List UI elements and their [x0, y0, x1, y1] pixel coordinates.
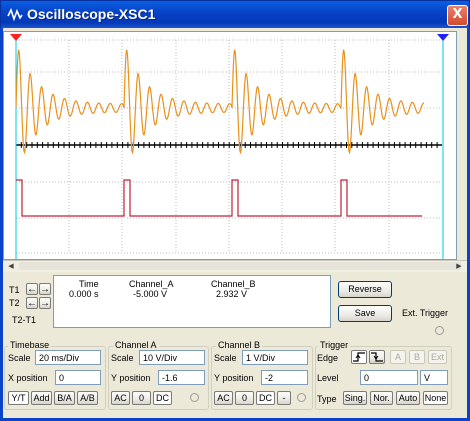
- readout-channel-b-value: 2.932 V: [216, 289, 248, 299]
- readout-header-channel-b: Channel_B: [211, 279, 256, 289]
- channel-b-scale-field[interactable]: 1 V/Div: [242, 350, 308, 365]
- trigger-single-button[interactable]: Sing.: [343, 391, 367, 405]
- mode-add-button[interactable]: Add: [31, 391, 52, 405]
- title-bar: Oscilloscope-XSC1 X: [0, 0, 470, 28]
- channel-a-scale-label: Scale: [111, 353, 134, 363]
- readout-header-time: Time: [79, 279, 99, 289]
- timebase-scale-label: Scale: [8, 353, 31, 363]
- t2-right-arrow-icon[interactable]: →: [39, 297, 51, 309]
- channel-b-dc-button[interactable]: DC: [256, 391, 275, 405]
- cursor-2-handle[interactable]: [437, 34, 449, 41]
- mode-yt-button[interactable]: Y/T: [8, 391, 29, 405]
- mode-ab-button[interactable]: A/B: [77, 391, 98, 405]
- channel-b-y-position-field[interactable]: -2: [261, 370, 308, 385]
- close-button[interactable]: X: [447, 5, 468, 26]
- timebase-title: Timebase: [8, 340, 52, 350]
- channel-b-trace: [16, 179, 422, 217]
- readout-header-channel-a: Channel_A: [129, 279, 174, 289]
- scope-screen: [3, 31, 457, 260]
- channel-b-title: Channel B: [216, 340, 263, 350]
- edge-label: Edge: [317, 353, 339, 363]
- reverse-button[interactable]: Reverse: [338, 281, 392, 298]
- trigger-level-unit[interactable]: V: [420, 370, 448, 385]
- x-position-field[interactable]: 0: [55, 370, 101, 385]
- falling-edge-icon: [371, 352, 383, 362]
- trigger-level-field[interactable]: 0: [360, 370, 418, 385]
- save-button[interactable]: Save: [338, 305, 392, 322]
- channel-a-title: Channel A: [113, 340, 159, 350]
- trigger-a-button[interactable]: A: [390, 350, 406, 364]
- channel-a-scale-field[interactable]: 10 V/Div: [139, 350, 205, 365]
- scroll-left-icon[interactable]: ◀: [5, 262, 17, 271]
- type-label: Type: [317, 394, 337, 404]
- channel-b-scale-label: Scale: [214, 353, 237, 363]
- scrollbar-thumb[interactable]: [19, 262, 461, 270]
- channel-a-zero-button[interactable]: 0: [132, 391, 151, 405]
- ext-trigger-label: Ext. Trigger: [402, 308, 449, 318]
- channel-a-y-position-field[interactable]: -1.6: [158, 370, 205, 385]
- trigger-none-button[interactable]: None: [423, 391, 448, 405]
- trigger-auto-button[interactable]: Auto: [396, 391, 420, 405]
- level-label: Level: [317, 373, 339, 383]
- ext-trigger-terminal-icon[interactable]: [435, 326, 444, 335]
- channel-b-ac-button[interactable]: AC: [214, 391, 233, 405]
- scope-plot: [10, 34, 449, 259]
- screen-right-border: [457, 31, 467, 260]
- channel-b-zero-button[interactable]: 0: [235, 391, 254, 405]
- t1-right-arrow-icon[interactable]: →: [39, 283, 51, 295]
- channel-a-y-position-label: Y position: [111, 373, 151, 383]
- t2-label: T2: [9, 298, 20, 308]
- timebase-scale-field[interactable]: 20 ms/Div: [35, 350, 101, 365]
- t2-left-arrow-icon[interactable]: ←: [26, 297, 38, 309]
- channel-b-terminal-icon[interactable]: [297, 393, 306, 402]
- x-position-label: X position: [8, 373, 48, 383]
- readout-time-value: 0.000 s: [69, 289, 99, 299]
- trigger-ext-button[interactable]: Ext: [428, 350, 447, 364]
- scroll-right-icon[interactable]: ▶: [453, 262, 465, 271]
- horizontal-scrollbar[interactable]: ◀ ▶: [3, 260, 467, 272]
- mode-ba-button[interactable]: B/A: [54, 391, 75, 405]
- readout-panel: Time Channel_A Channel_B 0.000 s -5.000 …: [53, 275, 331, 328]
- channel-a-dc-button[interactable]: DC: [153, 391, 172, 405]
- channel-a-ac-button[interactable]: AC: [111, 391, 130, 405]
- cursor-1-handle[interactable]: [10, 34, 22, 41]
- t1-left-arrow-icon[interactable]: ←: [26, 283, 38, 295]
- trigger-normal-button[interactable]: Nor.: [370, 391, 393, 405]
- channel-b-minus-button[interactable]: -: [277, 391, 291, 405]
- t1-label: T1: [9, 285, 20, 295]
- t2-t1-label: T2-T1: [12, 315, 37, 325]
- oscilloscope-icon: [7, 7, 23, 22]
- trigger-b-button[interactable]: B: [409, 350, 425, 364]
- falling-edge-button[interactable]: [369, 350, 385, 364]
- trigger-title: Trigger: [318, 340, 351, 350]
- window-title: Oscilloscope-XSC1: [27, 6, 156, 22]
- channel-a-terminal-icon[interactable]: [190, 393, 199, 402]
- channel-a-trace: [15, 49, 425, 155]
- rising-edge-button[interactable]: [351, 350, 367, 364]
- rising-edge-icon: [353, 352, 365, 362]
- channel-b-y-position-label: Y position: [214, 373, 254, 383]
- readout-channel-a-value: -5.000 V: [133, 289, 168, 299]
